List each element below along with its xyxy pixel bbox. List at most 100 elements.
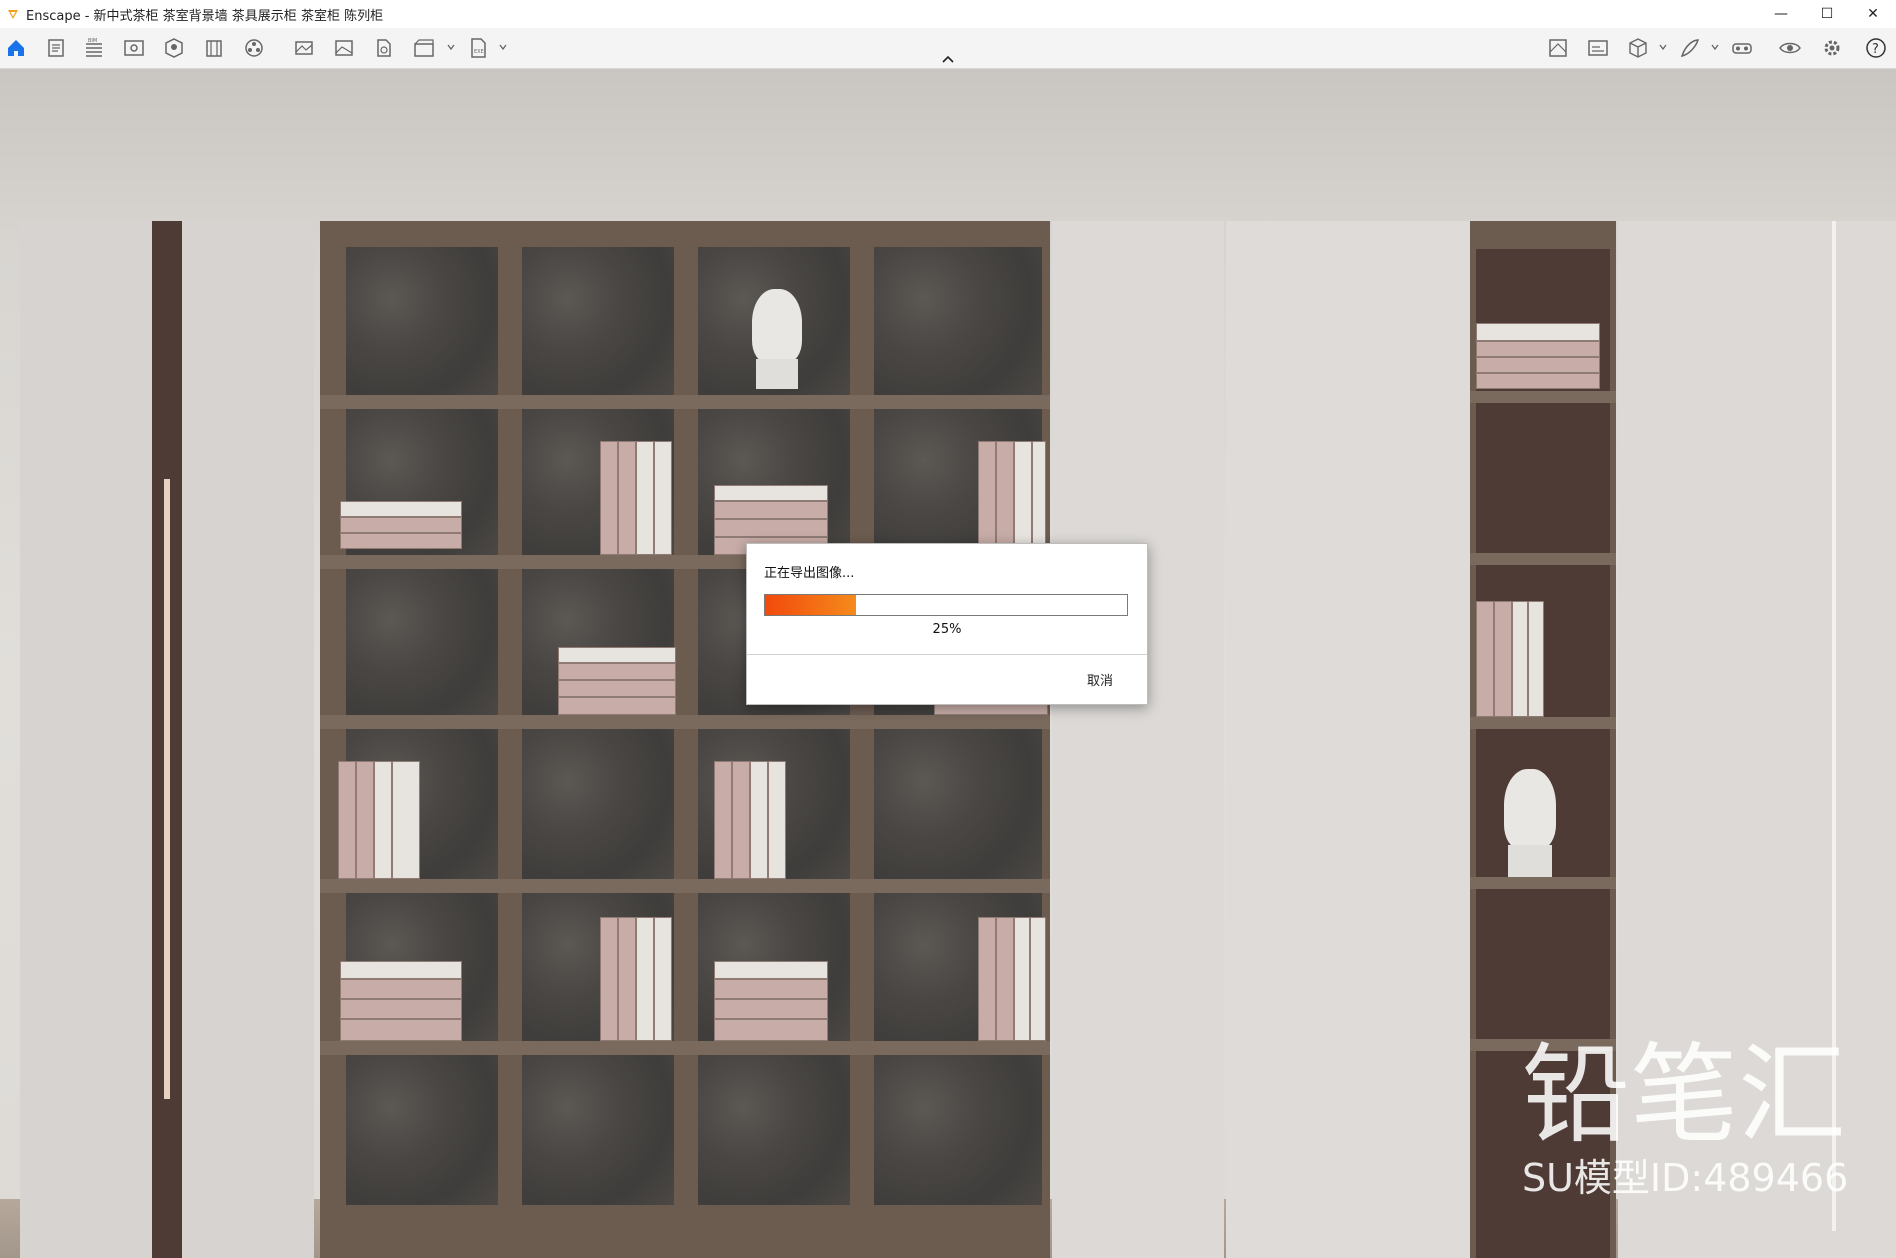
door-handle xyxy=(164,479,170,1099)
bim-list-icon[interactable]: BIM xyxy=(82,36,106,60)
cube-icon[interactable] xyxy=(1626,36,1650,60)
cabinet-door xyxy=(1226,221,1470,1258)
book xyxy=(374,761,392,879)
help-icon[interactable]: ? xyxy=(1864,36,1888,60)
export-progress-dialog: 正在导出图像... 25% 取消 xyxy=(746,543,1148,705)
book xyxy=(636,917,654,1041)
book xyxy=(978,441,996,555)
book xyxy=(996,441,1014,555)
book-stack xyxy=(1476,341,1600,357)
book xyxy=(618,917,636,1041)
vr-headset-icon[interactable] xyxy=(1730,36,1754,60)
video-icon[interactable] xyxy=(242,36,266,60)
export-exe-icon[interactable]: EXE xyxy=(466,36,490,60)
window-controls: — ☐ ✕ xyxy=(1758,0,1896,28)
book-stack xyxy=(340,1019,462,1041)
home-icon[interactable] xyxy=(4,36,28,60)
svg-text:EXE: EXE xyxy=(474,49,484,55)
book-stack xyxy=(558,697,676,715)
stone-panel xyxy=(522,729,674,879)
dialog-title: 正在导出图像... xyxy=(764,566,855,581)
shelf-board xyxy=(1470,391,1616,403)
sculpture xyxy=(1504,769,1556,849)
book xyxy=(732,761,750,879)
book-stack xyxy=(1476,373,1600,389)
book-stack xyxy=(714,979,828,999)
book xyxy=(1512,601,1528,717)
maximize-button[interactable]: ☐ xyxy=(1804,0,1850,28)
book xyxy=(636,441,654,555)
draw-icon[interactable] xyxy=(1678,36,1702,60)
shelf-board xyxy=(1470,717,1616,729)
cabinet-door xyxy=(182,221,314,1258)
progress-fill xyxy=(765,595,856,615)
book xyxy=(356,761,374,879)
book xyxy=(654,441,672,555)
book-stack xyxy=(1476,357,1600,373)
book-stack xyxy=(558,680,676,697)
stone-panel xyxy=(522,1055,674,1205)
shelf-board xyxy=(320,395,1050,409)
stone-panel xyxy=(522,247,674,395)
chevron-down-icon[interactable] xyxy=(1710,42,1720,52)
sculpture-base xyxy=(756,359,798,389)
book xyxy=(392,761,420,879)
visual-settings-icon[interactable] xyxy=(1586,36,1610,60)
svg-text:?: ? xyxy=(1872,42,1879,57)
book xyxy=(600,917,618,1041)
progress-bar xyxy=(764,594,1128,616)
book-stack xyxy=(714,519,828,537)
book xyxy=(600,441,618,555)
settings-panel-icon[interactable] xyxy=(1546,36,1570,60)
chevron-down-icon[interactable] xyxy=(498,42,508,52)
book-stack xyxy=(714,961,828,979)
shelf-board xyxy=(320,879,1050,893)
image-icon[interactable] xyxy=(332,36,356,60)
asset-icon[interactable] xyxy=(162,36,186,60)
book-stack xyxy=(340,979,462,999)
chevron-down-icon[interactable] xyxy=(1658,42,1668,52)
shelf-board xyxy=(320,715,1050,729)
book xyxy=(1014,441,1032,555)
eye-icon[interactable] xyxy=(1778,36,1802,60)
close-button[interactable]: ✕ xyxy=(1850,0,1896,28)
minimize-button[interactable]: — xyxy=(1758,0,1804,28)
window-title: Enscape - 新中式茶柜 茶室背景墙 茶具展示柜 茶室柜 陈列柜 xyxy=(26,8,384,24)
title-bar: Enscape - 新中式茶柜 茶室背景墙 茶具展示柜 茶室柜 陈列柜 — ☐ … xyxy=(0,0,1896,28)
enscape-logo-icon xyxy=(8,10,18,19)
book xyxy=(618,441,636,555)
book xyxy=(1032,441,1046,555)
chevron-down-icon[interactable] xyxy=(446,42,456,52)
cabinet-door-left xyxy=(20,221,152,1258)
sculpture xyxy=(752,289,802,363)
book xyxy=(338,761,356,879)
panorama-icon[interactable] xyxy=(372,36,396,60)
book-stack xyxy=(340,517,462,533)
screenshot-icon[interactable] xyxy=(292,36,316,60)
book-stack xyxy=(1476,323,1600,341)
building-icon[interactable] xyxy=(202,36,226,60)
book-stack xyxy=(714,999,828,1019)
progress-percent: 25% xyxy=(932,622,962,637)
document-icon[interactable] xyxy=(44,36,68,60)
watermark-model-id: SU模型ID:489466 xyxy=(1522,1156,1849,1200)
batch-render-icon[interactable] xyxy=(412,36,436,60)
collapse-toolbar-icon[interactable] xyxy=(938,52,958,66)
book-stack xyxy=(340,533,462,549)
cancel-button[interactable]: 取消 xyxy=(1087,670,1113,689)
book xyxy=(978,917,996,1041)
shelf-board xyxy=(1470,877,1616,889)
book xyxy=(1030,917,1046,1041)
stone-panel xyxy=(874,729,1042,879)
shelf-board xyxy=(320,1041,1050,1055)
gear-icon[interactable] xyxy=(1820,36,1844,60)
view-icon[interactable] xyxy=(122,36,146,60)
book xyxy=(768,761,786,879)
svg-text:BIM: BIM xyxy=(88,38,97,44)
book xyxy=(714,761,732,879)
book-stack xyxy=(558,647,676,663)
book-stack xyxy=(340,999,462,1019)
watermark-brand: 铅笔汇 xyxy=(1522,1033,1847,1158)
stone-panel xyxy=(874,247,1042,395)
stone-panel xyxy=(874,1055,1042,1205)
